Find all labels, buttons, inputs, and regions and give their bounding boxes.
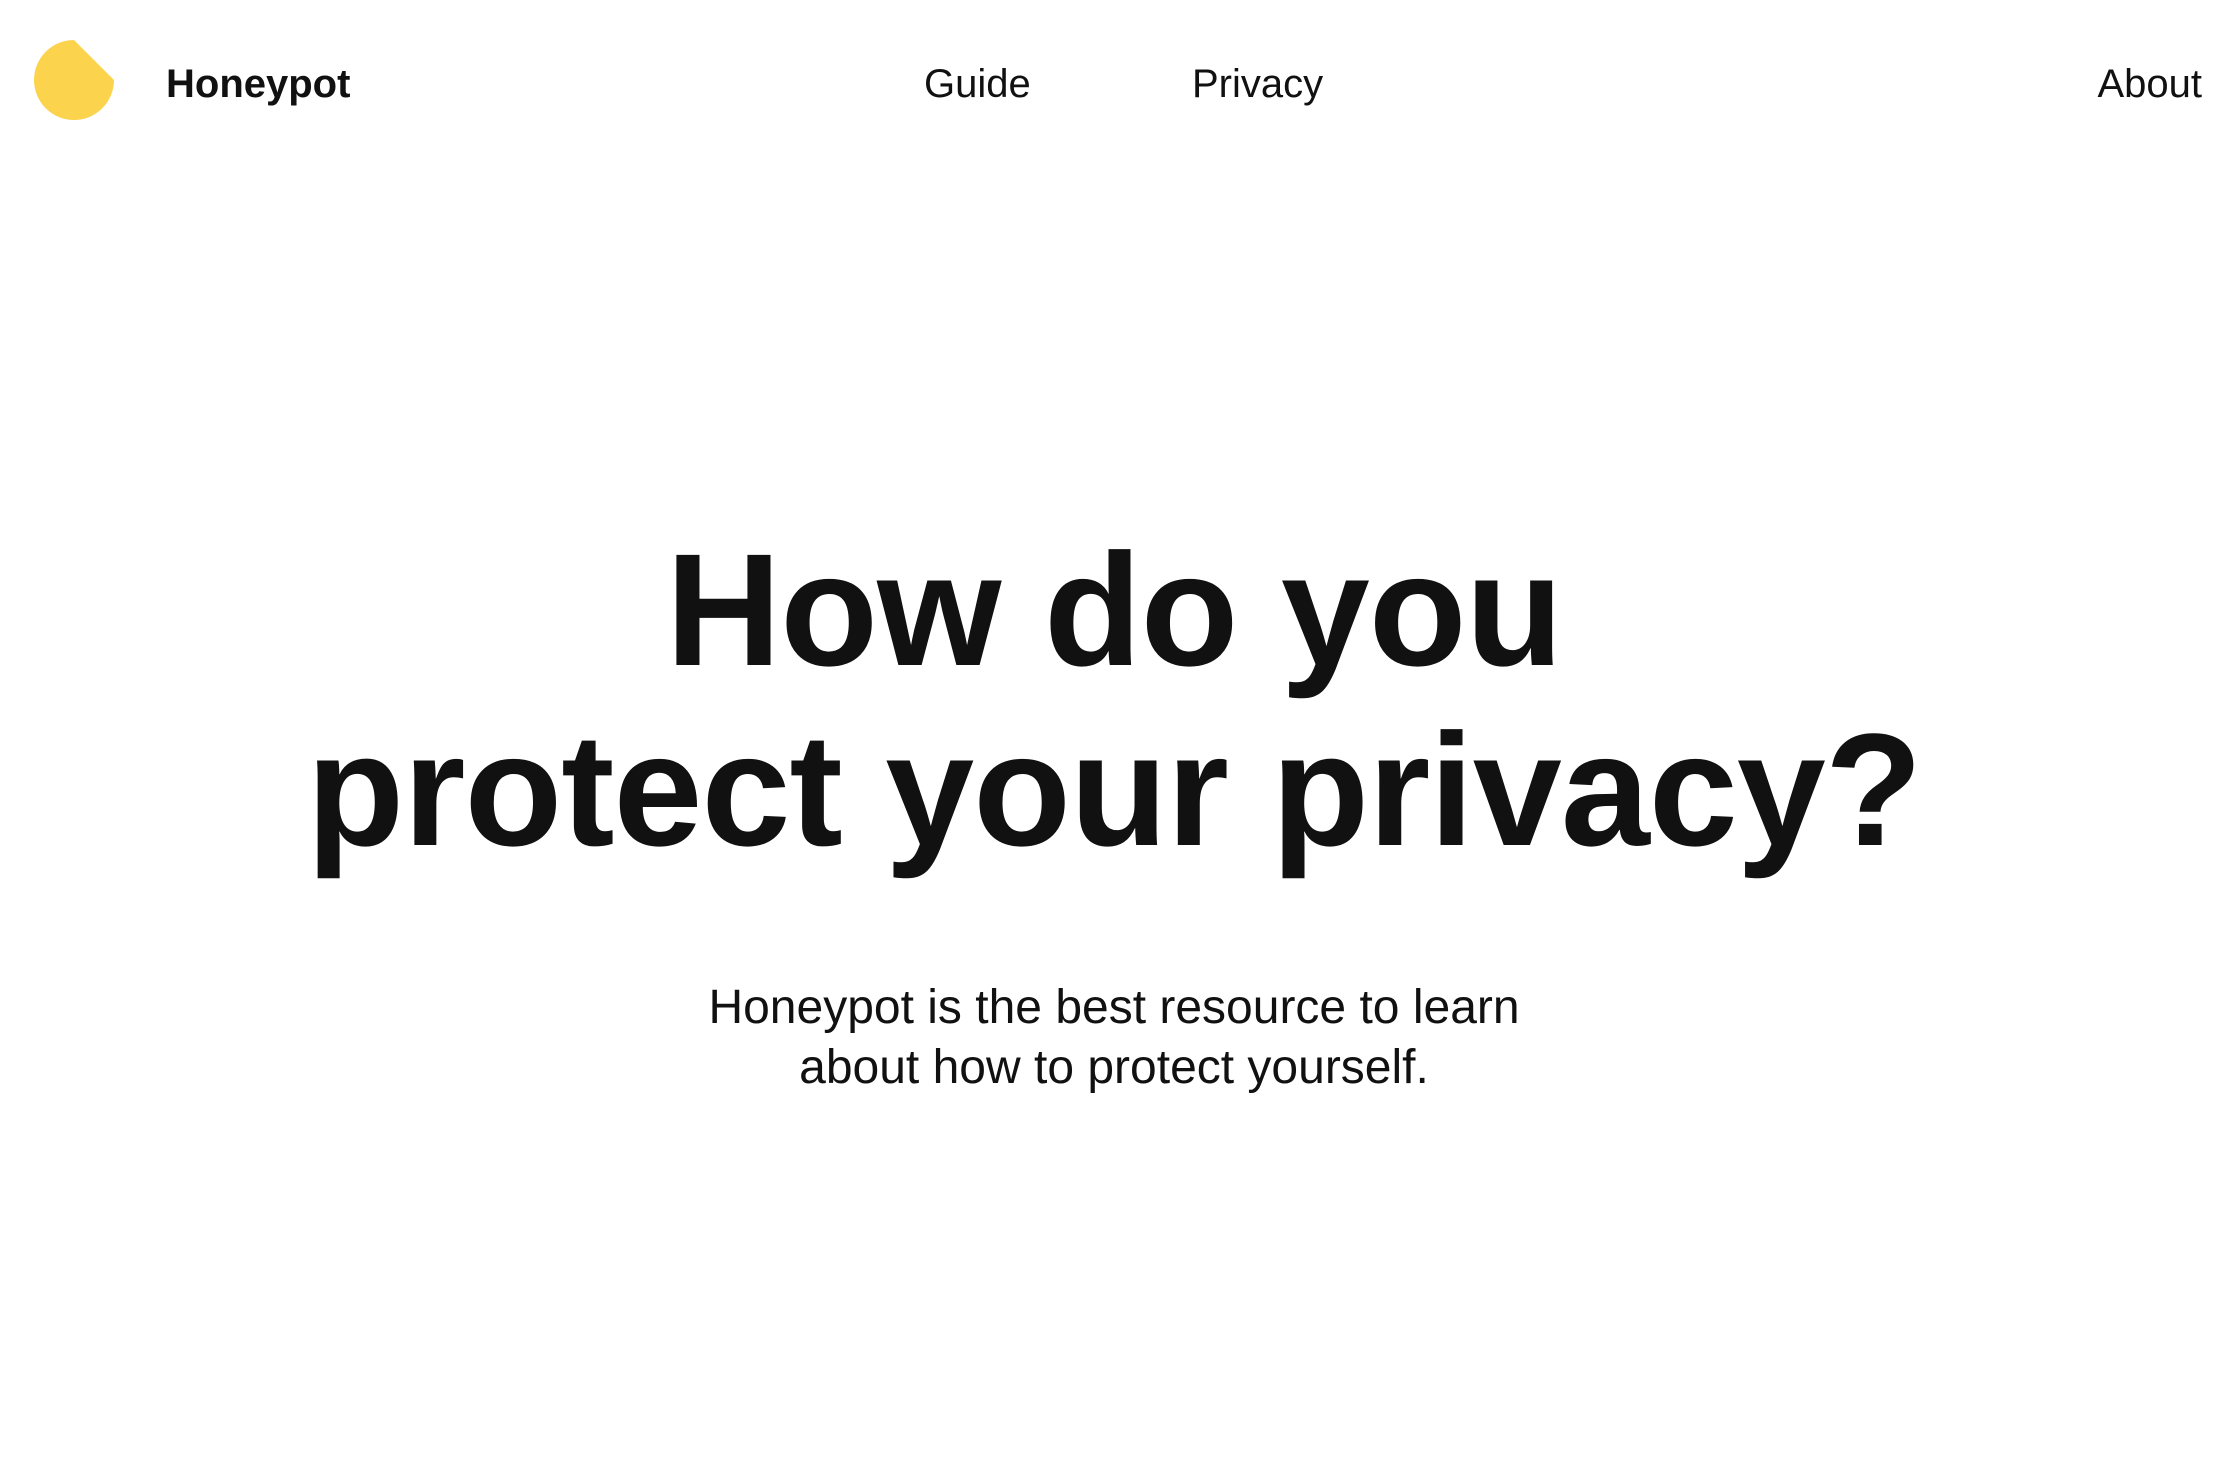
hero-title-line-1: How do you	[665, 520, 1564, 699]
nav-privacy-link[interactable]: Privacy	[1192, 60, 1323, 108]
hero-subtitle: Honeypot is the best resource to learn a…	[0, 978, 2228, 1098]
brand-name-link[interactable]: Honeypot	[166, 60, 350, 108]
page: Honeypot Guide Privacy About How do you …	[0, 0, 2228, 1464]
hero-title-line-2: protect your privacy?	[306, 700, 1922, 879]
hero-subtitle-line-1: Honeypot is the best resource to learn	[708, 981, 1520, 1034]
nav-guide-link[interactable]: Guide	[924, 60, 1031, 108]
hero-subtitle-line-2: about how to protect yourself.	[799, 1041, 1429, 1094]
honeypot-logo-icon[interactable]	[34, 40, 114, 120]
hero-title: How do you protect your privacy?	[0, 520, 2228, 880]
nav-about-link[interactable]: About	[2097, 60, 2202, 108]
